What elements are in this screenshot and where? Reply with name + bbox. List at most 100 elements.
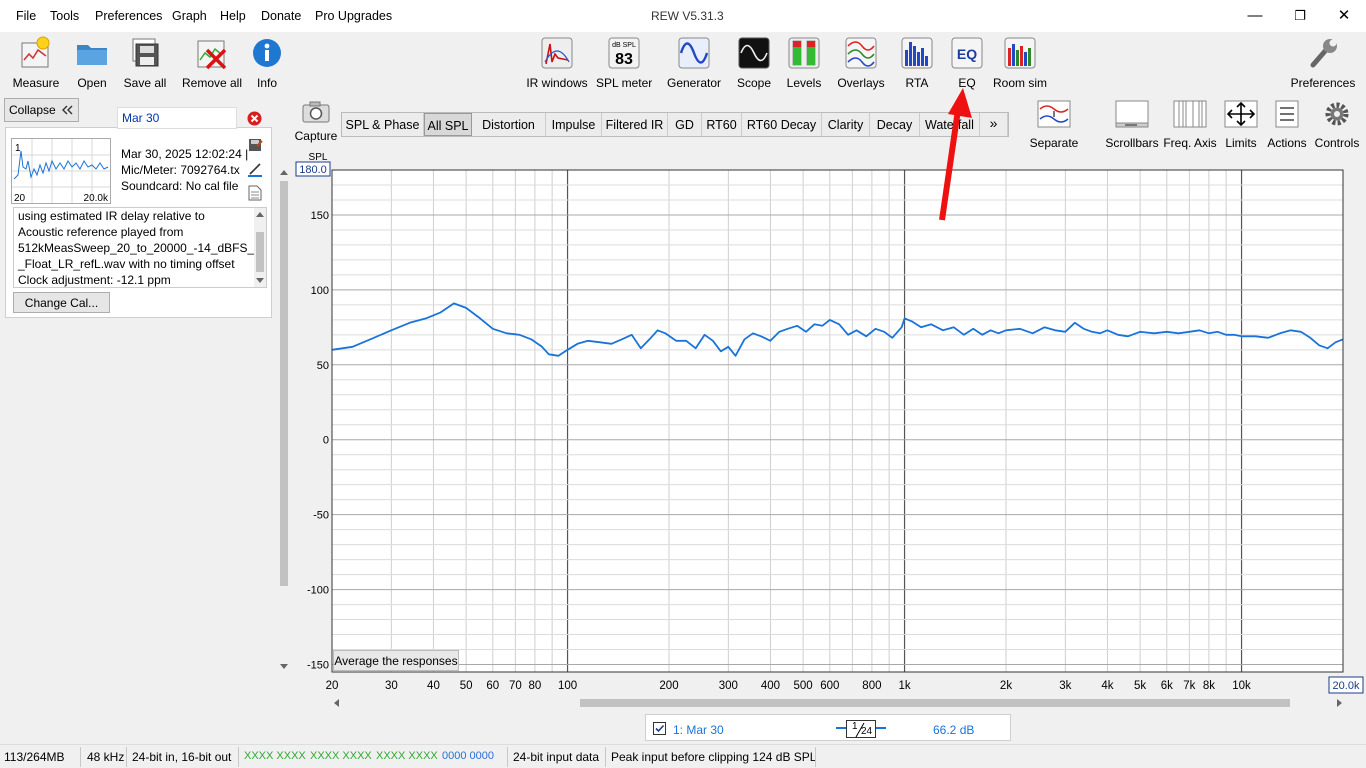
x-tick-label: 800	[862, 680, 881, 692]
ir-windows-button[interactable]: IR windows	[525, 36, 589, 90]
ir-windows-label: IR windows	[526, 76, 588, 90]
notes-icon[interactable]	[248, 185, 262, 201]
eq-button[interactable]: EQ EQ	[949, 36, 985, 90]
info-button[interactable]: Info	[250, 36, 284, 90]
x-tick-label: 8k	[1203, 680, 1215, 692]
remove-all-button[interactable]: Remove all	[180, 36, 244, 90]
separate-button[interactable]: Separate	[1028, 100, 1080, 150]
remove-measurement-icon[interactable]	[247, 111, 262, 126]
scroll-right-icon[interactable]	[1337, 699, 1343, 707]
measurement-list-scrollbar[interactable]	[277, 165, 291, 675]
x-axis-ticks: 20 30 40 50 60 70 80 100 200 300 400 500 600 800 1k 2k 3…	[326, 680, 1251, 692]
tab-clarity[interactable]: Clarity	[822, 113, 870, 136]
menu-preferences[interactable]: Preferences	[95, 9, 162, 23]
tab-waterfall[interactable]: Waterfall	[920, 113, 980, 136]
scroll-left-icon[interactable]	[333, 699, 339, 707]
tab-distortion[interactable]: Distortion	[472, 113, 546, 136]
minimize-button[interactable]: —	[1242, 6, 1268, 26]
measurement-name-field[interactable]: Mar 30	[117, 107, 237, 129]
save-all-button[interactable]: Save all	[121, 36, 169, 90]
levels-label: Levels	[786, 76, 822, 90]
measurement-thumbnail[interactable]: 1 20 20.0k	[11, 138, 111, 204]
scroll-down-icon[interactable]	[280, 664, 288, 670]
measure-button[interactable]: Measure	[8, 36, 64, 90]
scrollbars-button[interactable]: Scrollbars	[1104, 100, 1160, 150]
thumb-label-top: 1	[15, 143, 21, 154]
overlays-icon	[845, 37, 877, 69]
x-max-value[interactable]: 20.0k	[1333, 680, 1360, 692]
camera-icon	[302, 101, 330, 123]
scroll-up-icon[interactable]	[280, 169, 288, 175]
tab-gd[interactable]: GD	[668, 113, 702, 136]
change-cal-button[interactable]: Change Cal...	[13, 292, 110, 313]
status-memory[interactable]: 113/264MB	[4, 750, 65, 764]
more-tabs-button[interactable]: »	[980, 113, 1008, 136]
menu-pro-upgrades[interactable]: Pro Upgrades	[315, 9, 392, 23]
smoothing-selector[interactable]: 1 24	[846, 720, 876, 738]
status-output-meter: 0000 0000	[442, 750, 494, 762]
remove-all-label: Remove all	[181, 76, 243, 90]
menu-donate[interactable]: Donate	[261, 9, 301, 23]
average-responses-button[interactable]: Average the responses	[333, 650, 459, 671]
menu-help[interactable]: Help	[220, 9, 246, 23]
notes-scrollbar[interactable]	[254, 208, 266, 287]
capture-label: Capture	[294, 129, 338, 143]
levels-button[interactable]: Levels	[784, 36, 824, 90]
spl-graph[interactable]: 150100500-50-100-150 20 30 40 50 60 70 80 100 20…	[294, 146, 1364, 696]
actions-button[interactable]: Actions	[1265, 100, 1309, 150]
separate-icon	[1037, 100, 1071, 128]
notes-line: _Float_LR_refL.wav with no timing offset	[18, 257, 235, 271]
scope-button[interactable]: Scope	[734, 36, 774, 90]
tab-filtered-ir[interactable]: Filtered IR	[602, 113, 668, 136]
room-sim-button[interactable]: Room sim	[992, 36, 1048, 90]
spl-meter-icon: dB SPL 83	[608, 37, 640, 69]
rta-button[interactable]: RTA	[898, 36, 936, 90]
controls-button[interactable]: Controls	[1313, 100, 1361, 150]
scroll-up-icon[interactable]	[256, 211, 264, 217]
freq-axis-button[interactable]: Freq. Axis	[1163, 100, 1217, 150]
tab-spl-phase[interactable]: SPL & Phase	[342, 113, 424, 136]
status-separator	[507, 747, 508, 767]
capture-button[interactable]: Capture	[294, 100, 338, 143]
x-tick-label: 400	[761, 680, 780, 692]
graph-scroll-thumb[interactable]	[580, 699, 1290, 707]
open-button[interactable]: Open	[70, 36, 114, 90]
y-tick-label: 100	[311, 285, 329, 297]
thumb-label-right: 20.0k	[84, 193, 109, 203]
maximize-button[interactable]: ❐	[1287, 6, 1313, 26]
generator-button[interactable]: Generator	[666, 36, 722, 90]
measurement-list-scroll-thumb[interactable]	[280, 181, 288, 586]
overlays-button[interactable]: Overlays	[835, 36, 887, 90]
measurement-color-icon[interactable]	[247, 161, 263, 177]
tab-decay[interactable]: Decay	[870, 113, 920, 136]
preferences-button[interactable]: Preferences	[1290, 36, 1356, 90]
collapse-button[interactable]: Collapse	[4, 98, 79, 122]
status-input-meter-1: XXXX XXXX	[244, 750, 306, 762]
actions-icon	[1275, 100, 1299, 128]
x-tick-label: 600	[820, 680, 839, 692]
x-tick-label: 5k	[1134, 680, 1146, 692]
tab-all-spl[interactable]: All SPL	[424, 113, 472, 136]
close-button[interactable]: ✕	[1331, 6, 1357, 26]
spl-meter-button[interactable]: dB SPL 83 SPL meter	[596, 36, 652, 90]
menu-tools[interactable]: Tools	[50, 9, 79, 23]
tab-impulse[interactable]: Impulse	[546, 113, 602, 136]
x-tick-label: 2k	[1000, 680, 1012, 692]
legend-checkbox[interactable]	[653, 722, 666, 735]
menu-graph[interactable]: Graph	[172, 9, 207, 23]
y-tick-label: -100	[307, 585, 329, 597]
folder-icon	[77, 45, 107, 65]
menu-file[interactable]: File	[16, 9, 36, 23]
generator-label: Generator	[666, 76, 722, 90]
scroll-down-icon[interactable]	[256, 278, 264, 284]
save-measurement-icon[interactable]	[247, 137, 263, 153]
tab-rt60-decay[interactable]: RT60 Decay	[742, 113, 822, 136]
graph-horizontal-scrollbar[interactable]	[330, 696, 1346, 710]
overlays-label: Overlays	[837, 76, 885, 90]
notes-scroll-thumb[interactable]	[256, 232, 264, 272]
y-max-value[interactable]: 180.0	[299, 164, 327, 176]
measurement-notes[interactable]: using estimated IR delay relative to Aco…	[13, 207, 267, 288]
legend-series-name[interactable]: 1: Mar 30	[673, 723, 724, 737]
limits-button[interactable]: Limits	[1221, 100, 1261, 150]
tab-rt60[interactable]: RT60	[702, 113, 742, 136]
